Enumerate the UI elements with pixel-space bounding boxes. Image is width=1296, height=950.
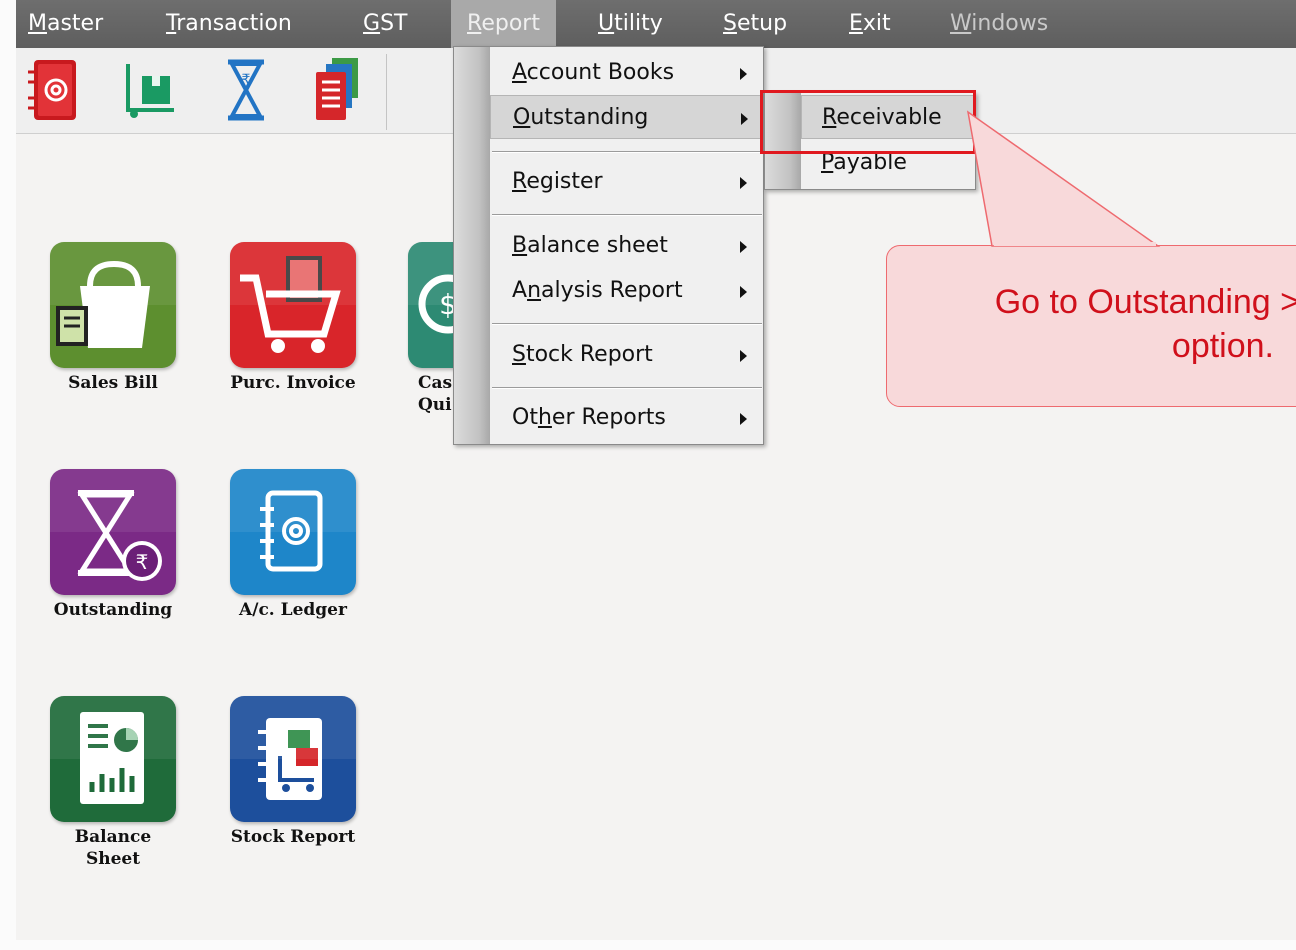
menu-item-mnemonic: A [512, 60, 527, 85]
menu-transaction-mnemonic: T [166, 11, 177, 36]
menu-master-label: aster [46, 11, 104, 36]
tile-label: A/c. Ledger [239, 600, 347, 620]
cart-icon [230, 242, 356, 368]
menu-item-text: utstanding [530, 105, 649, 130]
submenu-arrow-icon [740, 68, 747, 80]
menu-item-text: ccount Books [526, 60, 675, 85]
menu-item-mnemonic: h [537, 405, 552, 430]
submenu-arrow-icon [740, 177, 747, 189]
cash-quick-tile[interactable]: $ Cas Qui [406, 242, 454, 416]
tile-label: Sales Bill [68, 373, 158, 393]
sales-bill-tile[interactable]: Sales Bill [48, 242, 178, 394]
menu-report-mnemonic: R [467, 11, 482, 36]
menu-item-mnemonic: S [512, 342, 526, 367]
cash-icon: $ [408, 242, 454, 368]
submenu-arrow-icon [740, 350, 747, 362]
stock-trolley-icon [230, 696, 356, 822]
menu-utility-mnemonic: U [598, 11, 615, 36]
menu-item-text: tock Report [525, 342, 653, 367]
balance-sheet-tile[interactable]: Balance Sheet [48, 696, 178, 870]
outer-margin [0, 0, 16, 950]
submenu-arrow-icon [741, 113, 748, 125]
menu-item-text: alance sheet [527, 233, 668, 258]
purc-invoice-tile[interactable]: Purc. Invoice [228, 242, 358, 394]
hourglass-rupee-icon: ₹ [50, 469, 176, 595]
menu-windows-label: indows [971, 11, 1049, 36]
tile-label: Balance Sheet [74, 827, 152, 869]
menu-setup-label: etup [736, 11, 788, 36]
menu-report-label: eport [481, 11, 540, 36]
menu-setup[interactable]: Setup [723, 0, 787, 48]
menu-item-mnemonic: O [513, 105, 531, 130]
outstanding-tile[interactable]: ₹ Outstanding [48, 469, 178, 621]
menu-exit-label: xit [862, 11, 891, 36]
submenu-arrow-icon [740, 286, 747, 298]
menu-item-analysis-report[interactable]: Analysis Report [490, 269, 763, 313]
tile-label: Purc. Invoice [230, 373, 356, 393]
menu-item-other-reports[interactable]: Other Reports [490, 396, 763, 440]
menu-transaction[interactable]: Transaction [166, 0, 292, 48]
menu-exit-mnemonic: E [849, 11, 863, 36]
tile-label: Stock Report [230, 827, 356, 847]
menu-transaction-label: ransaction [176, 11, 292, 36]
menu-gst-mnemonic: G [363, 11, 381, 36]
menu-item-outstanding[interactable]: Outstanding [490, 95, 763, 139]
ledger-book-icon [230, 469, 356, 595]
toolbar-separator [386, 54, 387, 130]
menu-master[interactable]: Master [28, 0, 103, 48]
menu-separator [492, 151, 762, 153]
stock-report-tile[interactable]: Stock Report [228, 696, 358, 848]
stock-trolley-icon[interactable] [120, 54, 180, 126]
submenu-arrow-icon [740, 241, 747, 253]
callout-line-1: Go to Outstanding > [994, 283, 1296, 321]
svg-text:$: $ [439, 288, 454, 321]
menu-separator [492, 387, 762, 389]
report-dropdown-menu: Account Books Outstanding Register Balan… [453, 46, 764, 445]
svg-text:₹: ₹ [136, 550, 149, 574]
menu-utility-label: tility [614, 11, 663, 36]
menu-item-text: Ot [512, 405, 538, 430]
menu-separator [492, 214, 762, 216]
svg-text:₹: ₹ [242, 72, 251, 88]
menu-item-text: er Reports [551, 405, 666, 430]
menu-windows[interactable]: Windows [950, 0, 1048, 48]
menu-gst[interactable]: GST [363, 0, 407, 48]
menu-bar: Master Transaction GST Report Utility Se… [16, 0, 1296, 48]
menu-exit[interactable]: Exit [849, 0, 891, 48]
shopping-bag-icon [50, 242, 176, 368]
report-chart-icon [50, 696, 176, 822]
menu-windows-mnemonic: W [950, 11, 972, 36]
menu-utility[interactable]: Utility [598, 0, 663, 48]
menu-item-text: A [512, 278, 528, 303]
ac-ledger-tile[interactable]: A/c. Ledger [228, 469, 358, 621]
menu-item-mnemonic: R [512, 169, 527, 194]
menu-item-account-books[interactable]: Account Books [490, 51, 763, 95]
callout-text: Go to Outstanding > option. [900, 280, 1296, 368]
menu-separator [492, 323, 762, 325]
report-stack-icon[interactable] [306, 54, 366, 126]
menu-report[interactable]: Report [451, 0, 556, 48]
tile-label: Outstanding [53, 600, 173, 620]
menu-item-mnemonic: B [512, 233, 528, 258]
menu-gutter [454, 47, 490, 444]
menu-item-balance-sheet[interactable]: Balance sheet [490, 224, 763, 268]
menu-item-register[interactable]: Register [490, 160, 763, 204]
submenu-arrow-icon [740, 413, 747, 425]
tile-label: Cas Qui [418, 373, 453, 415]
ledger-book-icon[interactable] [24, 54, 84, 126]
menu-gst-label: ST [380, 11, 408, 36]
menu-setup-mnemonic: S [723, 11, 737, 36]
menu-item-text: egister [526, 169, 603, 194]
highlight-box [760, 90, 976, 154]
hourglass-rupee-icon[interactable]: ₹ [216, 54, 276, 126]
menu-master-mnemonic: M [28, 11, 47, 36]
outer-margin-bottom [0, 940, 1296, 950]
menu-item-stock-report[interactable]: Stock Report [490, 333, 763, 377]
menu-item-text: alysis Report [541, 278, 683, 303]
callout-line-2: option. [1171, 327, 1274, 365]
menu-item-mnemonic: n [527, 278, 542, 303]
